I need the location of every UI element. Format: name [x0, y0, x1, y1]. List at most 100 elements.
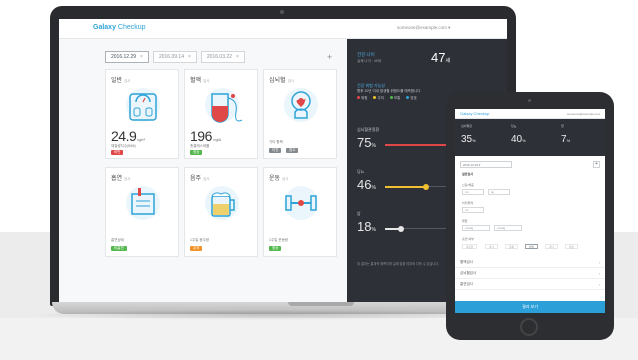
status-badge: 비흡연	[111, 246, 127, 251]
legend-dot	[389, 96, 393, 99]
legend-item: 보통	[389, 96, 400, 101]
cigarette-icon	[126, 186, 160, 220]
field-label: 허리둘레	[462, 201, 474, 205]
tablet-device: Galaxy Checkup someone@example.com 심뇌혈관 …	[446, 92, 614, 340]
tab-date-2[interactable]: 2016.09.14 ×	[152, 51, 197, 63]
metric-label: 암	[561, 124, 564, 128]
user-account-menu[interactable]: someone@example.com ▾	[397, 25, 450, 31]
legend-dot	[373, 96, 377, 99]
card-title: 일반 검사	[111, 78, 131, 84]
card-title: 음주 검사	[190, 176, 210, 182]
field-label: 혈압	[462, 219, 468, 223]
metric-marker	[398, 225, 405, 232]
chevron-right-icon: ›	[598, 282, 600, 287]
laptop-shadow	[20, 310, 520, 320]
metric-value: 40%	[511, 134, 526, 145]
metric-label: 심뇌혈관	[461, 124, 473, 128]
section-row[interactable]: 심뇌혈검사 ›	[455, 268, 605, 279]
date-select[interactable]: 2016.12.29 ▾	[460, 161, 512, 168]
card-detail: 기타 항목	[269, 140, 283, 144]
card-exercise[interactable]: 운동 검사 1주일 운동량 정상	[263, 167, 337, 257]
bp-diastolic-input[interactable]: mmHg	[494, 225, 522, 231]
home-button[interactable]	[520, 318, 538, 336]
section-title: 일반검사	[462, 172, 474, 176]
beer-icon	[205, 186, 239, 220]
status-badge: 정상	[190, 150, 203, 155]
card-detail: 1주일 운동량	[269, 238, 289, 242]
option-chip[interactable]: 과거	[485, 244, 498, 249]
status-badge: 이전	[269, 148, 282, 153]
metric-label: 암	[357, 211, 361, 216]
card-title: 심뇌혈 검사	[269, 78, 295, 84]
close-icon[interactable]: ×	[140, 54, 143, 60]
tablet-metrics: 심뇌혈관 35% 당뇨 40% 암 7%	[455, 119, 605, 156]
card-general[interactable]: 일반 검사 24.9kg/m² 체질량지수(BMI) 비만	[105, 69, 179, 159]
metric-label: 심뇌혈관질환	[357, 127, 380, 132]
add-tab-button[interactable]: +	[327, 52, 332, 62]
field-label: 흡연 여부	[462, 237, 474, 241]
section-row[interactable]: 흡연검사 ›	[455, 279, 605, 290]
checkup-panel: 2016.12.29 × 2016.09.14 × 2016.03.22 × + 일반…	[59, 39, 347, 302]
metric-marker	[423, 183, 430, 190]
legend-item: 위험	[357, 96, 367, 101]
weight-input[interactable]: kg	[488, 189, 510, 195]
card-title: 흡연 검사	[111, 176, 131, 182]
dumbbell-icon	[284, 186, 318, 220]
bmi-value: 24.9kg/m²	[111, 128, 145, 144]
card-detail: 체질량지수(BMI)	[111, 144, 136, 148]
metric-fill	[385, 185, 427, 188]
option-chip[interactable]: 미상	[565, 244, 578, 249]
chevron-right-icon: ›	[598, 271, 600, 276]
section-row[interactable]: 혈액검사 ›	[455, 257, 605, 268]
card-cardio[interactable]: 심뇌혈 검사 기타 항목 이전 참고	[263, 69, 337, 159]
health-age-value: 47세	[431, 50, 451, 65]
add-date-button[interactable]: +	[593, 161, 600, 168]
card-smoking[interactable]: 흡연 검사 흡연상태 비흡연	[105, 167, 179, 257]
metric-fill	[385, 143, 453, 146]
status-badge: 비만	[111, 150, 124, 155]
risk-description: 향후 10년 이내 발생할 위험도를 예측합니다	[357, 89, 421, 93]
metric-value: 18%	[357, 219, 376, 234]
tablet-screen: Galaxy Checkup someone@example.com 심뇌혈관 …	[455, 109, 605, 313]
close-icon[interactable]: ×	[188, 54, 191, 60]
option-chip[interactable]: 비흡연	[462, 244, 478, 249]
field-label: 신장/체중	[462, 183, 474, 187]
card-detail: 총콜레스테롤	[190, 144, 210, 148]
tablet-camera	[528, 99, 531, 102]
scale-icon	[126, 88, 160, 122]
bp-systolic-input[interactable]: mmHg	[462, 225, 490, 231]
status-badge: 주의	[190, 246, 203, 251]
card-detail: 1주일 음주량	[190, 238, 210, 242]
legend-dot	[406, 96, 410, 99]
blood-bag-icon	[205, 88, 243, 123]
option-chip[interactable]: 선택	[525, 244, 538, 249]
metric-label: 당뇨	[511, 124, 517, 128]
app-brand[interactable]: Galaxy Checkup	[93, 24, 146, 31]
card-drinking[interactable]: 음주 검사 1주일 음주량 주의	[184, 167, 258, 257]
tab-date-1[interactable]: 2016.12.29 ×	[105, 51, 149, 63]
tablet-top-bar: Galaxy Checkup someone@example.com	[455, 109, 605, 119]
close-icon[interactable]: ×	[236, 54, 239, 60]
legend-item: 양호	[406, 96, 417, 101]
tab-date-3[interactable]: 2016.03.22 ×	[200, 51, 245, 63]
option-chip[interactable]: 기타	[545, 244, 558, 249]
cholesterol-value: 196mg/dL	[190, 128, 222, 144]
waist-input[interactable]: cm	[462, 207, 484, 213]
tablet-brand[interactable]: Galaxy Checkup	[460, 111, 489, 116]
metric-label: 당뇨	[357, 169, 365, 174]
date-tabs: 2016.12.29 × 2016.09.14 × 2016.03.22 ×	[105, 51, 245, 63]
status-badge: 정상	[269, 246, 282, 251]
metric-value: 46%	[357, 177, 376, 192]
legend-item: 주의	[373, 96, 384, 101]
metric-value: 75%	[357, 135, 376, 150]
card-title: 혈액 검사	[190, 78, 210, 84]
health-age-label: 건강 나이	[357, 52, 375, 57]
option-chip[interactable]: 현재	[505, 244, 518, 249]
submit-button[interactable]: 결과 보기	[455, 301, 605, 313]
height-input[interactable]: cm	[462, 189, 484, 195]
top-bar: Galaxy Checkup someone@example.com ▾	[59, 19, 507, 39]
tablet-user-menu[interactable]: someone@example.com	[567, 112, 600, 116]
card-blood[interactable]: 혈액 검사 196mg/dL 총콜레스테롤 정상	[184, 69, 258, 159]
laptop-notch	[288, 302, 354, 306]
product-showcase: Galaxy Checkup someone@example.com ▾ 201…	[0, 0, 638, 360]
